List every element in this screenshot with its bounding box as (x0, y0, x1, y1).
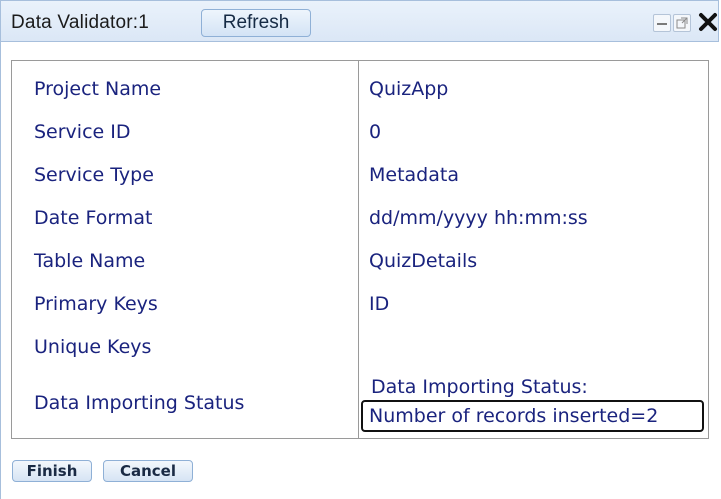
label-data-importing-status: Data Importing Status (34, 392, 245, 414)
close-icon[interactable] (697, 11, 719, 33)
data-validator-window: Data Validator:1 Refresh Project Name Qu… (0, 0, 721, 499)
refresh-button[interactable]: Refresh (201, 9, 311, 37)
label-service-type: Service Type (34, 164, 154, 186)
popout-icon[interactable] (673, 14, 691, 32)
minimize-icon[interactable] (653, 14, 671, 32)
value-table-name: QuizDetails (369, 250, 478, 272)
content-border (0, 42, 1, 499)
value-primary-keys: ID (369, 293, 390, 315)
label-service-id: Service ID (34, 121, 131, 143)
label-project-name: Project Name (34, 78, 162, 100)
value-date-format: dd/mm/yyyy hh:mm:ss (369, 207, 588, 229)
window-title: Data Validator:1 (11, 12, 150, 33)
value-service-type: Metadata (369, 164, 459, 186)
cancel-button[interactable]: Cancel (103, 460, 193, 482)
data-table: Project Name QuizApp Service ID 0 Servic… (11, 60, 709, 439)
column-divider (358, 61, 359, 438)
value-service-id: 0 (369, 121, 382, 143)
label-table-name: Table Name (34, 250, 146, 272)
titlebar: Data Validator:1 Refresh (0, 0, 719, 42)
label-date-format: Date Format (34, 207, 153, 229)
status-heading: Data Importing Status: (371, 376, 588, 398)
records-inserted-status: Number of records inserted=2 (361, 400, 704, 432)
finish-button[interactable]: Finish (12, 460, 92, 482)
label-primary-keys: Primary Keys (34, 293, 158, 315)
value-project-name: QuizApp (369, 78, 449, 100)
label-unique-keys: Unique Keys (34, 336, 152, 358)
